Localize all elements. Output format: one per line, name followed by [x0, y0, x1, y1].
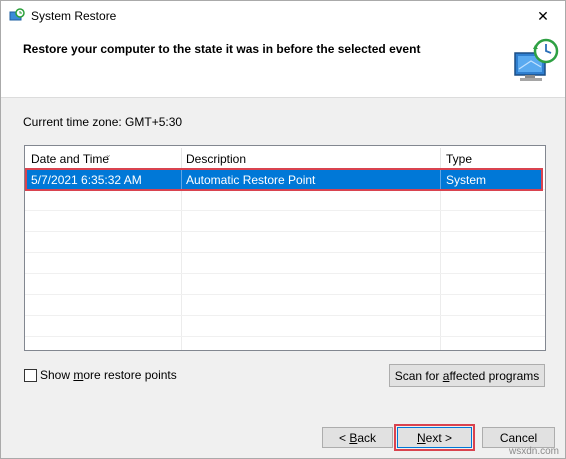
system-restore-clock-computer-icon [514, 38, 559, 81]
page-heading: Restore your computer to the state it wa… [23, 42, 421, 56]
scan-affected-programs-button[interactable]: Scan for a ffected programs [389, 364, 545, 387]
selected-row-highlight [25, 168, 543, 191]
row-divider [25, 315, 545, 316]
show-more-accelerator: m [73, 368, 84, 382]
row-divider [25, 273, 545, 274]
column-separator[interactable] [181, 148, 182, 168]
restore-points-list[interactable]: Date and Time ⌄ Description Type 5/7/202… [24, 145, 546, 351]
back-label-prefix: < [338, 430, 350, 445]
list-header: Date and Time ⌄ Description Type [25, 146, 545, 168]
column-header-date[interactable]: Date and Time ⌄ [31, 150, 112, 166]
close-icon[interactable]: ✕ [537, 8, 549, 25]
show-more-label-suffix: ore restore points [83, 368, 177, 382]
show-more-label[interactable]: Show more restore points [40, 368, 177, 382]
scan-label-suffix: ffected programs [449, 368, 540, 383]
current-timezone-label: Current time zone: GMT+5:30 [23, 115, 183, 129]
wizard-header: Restore your computer to the state it wa… [1, 31, 565, 98]
show-more-label-prefix: Show [40, 368, 74, 382]
show-more-checkbox[interactable] [24, 368, 37, 382]
row-divider [25, 252, 545, 253]
scan-accelerator: a [442, 368, 450, 383]
back-accelerator: B [349, 430, 358, 445]
cancel-button[interactable]: Cancel [482, 427, 555, 448]
system-restore-icon [9, 8, 25, 21]
scan-label-prefix: Scan for [394, 368, 443, 383]
column-header-date-label: Date and Time [31, 152, 110, 166]
back-label-suffix: ack [357, 430, 377, 445]
close-button[interactable]: ✕ [521, 1, 565, 31]
column-header-type[interactable]: Type [446, 152, 472, 166]
watermark-text: wsxdn.com [509, 446, 560, 457]
row-divider [25, 294, 545, 295]
window-title: System Restore [31, 9, 117, 23]
back-button[interactable]: < Back [322, 427, 393, 448]
title-bar: System Restore ✕ [1, 1, 565, 31]
row-divider [25, 336, 545, 337]
column-separator[interactable] [440, 148, 441, 168]
row-divider [25, 231, 545, 232]
sort-indicator-icon: ⌄ [105, 150, 112, 159]
row-divider [25, 210, 545, 211]
column-header-description[interactable]: Description [186, 152, 246, 166]
show-more-restore-points[interactable]: Show more restore points [24, 368, 177, 382]
system-restore-window: System Restore ✕ Restore your computer t… [0, 0, 566, 459]
next-button-highlight [394, 424, 475, 451]
